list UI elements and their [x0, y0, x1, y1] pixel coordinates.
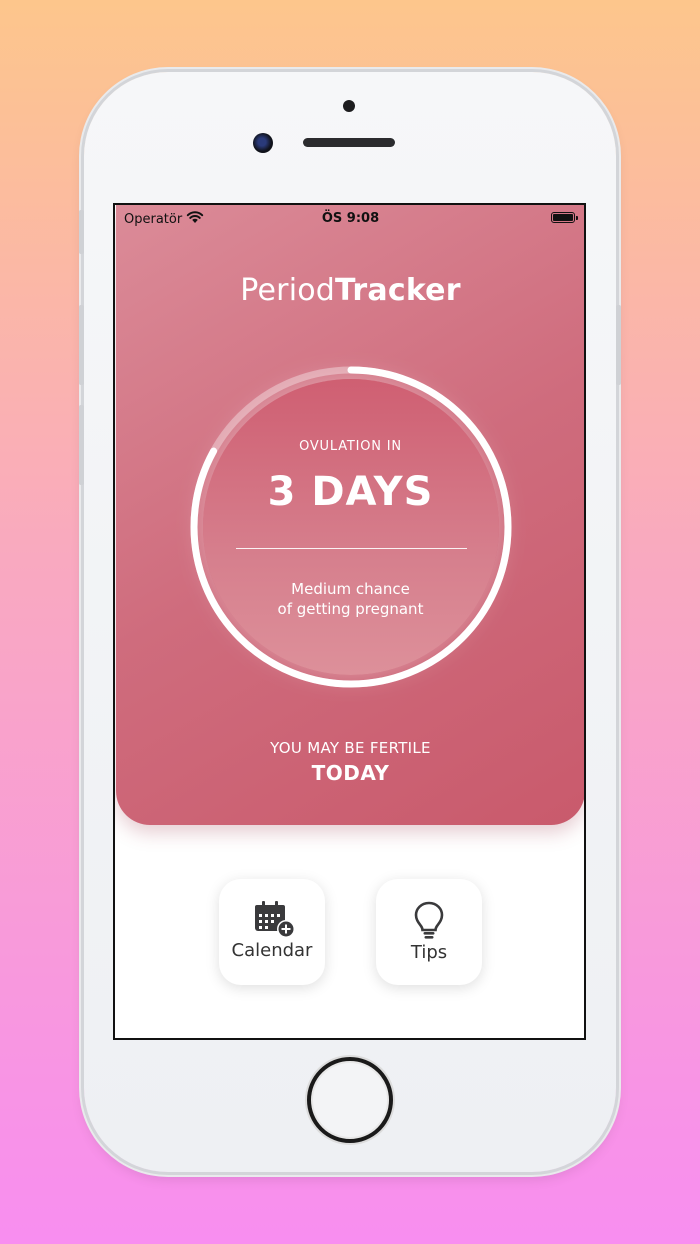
front-camera: [253, 133, 273, 153]
mute-switch: [79, 210, 84, 254]
divider: [236, 548, 467, 549]
chance-line-1: Medium chance: [291, 580, 410, 598]
cycle-progress-ring: [189, 365, 513, 689]
home-button[interactable]: [307, 1057, 393, 1143]
ovulation-label: OVULATION IN: [299, 439, 402, 454]
app-title-regular: Period: [240, 273, 336, 308]
volume-down-button: [79, 405, 84, 485]
app-screen: Operatör ÖS 9:08 PeriodTracker OVULATION…: [113, 203, 586, 1040]
pregnancy-chance: Medium chance of getting pregnant: [116, 579, 584, 619]
calendar-button[interactable]: Calendar: [219, 879, 325, 985]
calendar-add-icon: [255, 901, 295, 938]
calendar-button-label: Calendar: [231, 940, 313, 961]
proximity-sensor: [343, 100, 355, 112]
app-title-bold: Tracker: [335, 273, 461, 308]
ovulation-countdown: 3 DAYS: [267, 469, 434, 515]
chance-line-2: of getting pregnant: [277, 600, 424, 618]
battery-icon: [551, 212, 578, 223]
earpiece-speaker: [303, 138, 395, 147]
fertile-day: TODAY: [311, 761, 390, 785]
volume-up-button: [79, 305, 84, 385]
app-title: PeriodTracker: [116, 273, 584, 308]
power-button: [616, 305, 621, 385]
tips-button-label: Tips: [410, 942, 448, 963]
tips-button[interactable]: Tips: [376, 879, 482, 985]
status-bar: Operatör ÖS 9:08: [116, 205, 584, 233]
ovulation-card: Operatör ÖS 9:08 PeriodTracker OVULATION…: [116, 205, 584, 825]
fertile-label: YOU MAY BE FERTILE: [270, 739, 431, 757]
status-time: ÖS 9:08: [321, 211, 380, 226]
lightbulb-icon: [414, 901, 444, 939]
